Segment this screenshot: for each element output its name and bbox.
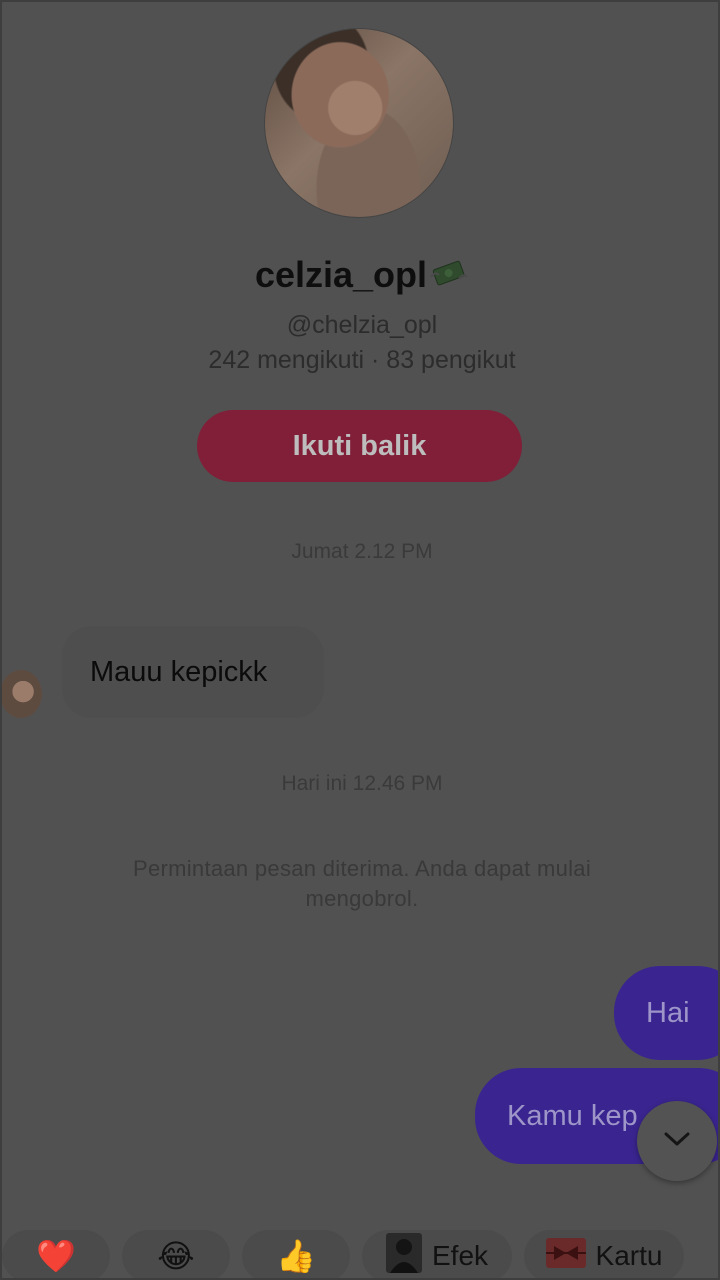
laugh-reaction-button[interactable]: 😂: [122, 1230, 230, 1278]
card-button[interactable]: Kartu: [524, 1230, 684, 1278]
message-timestamp: Jumat 2.12 PM: [291, 540, 433, 563]
follow-back-button[interactable]: Ikuti balik: [197, 410, 522, 482]
quick-reaction-bar: ❤️ 😂 👍 Efek Kartu: [2, 1230, 718, 1279]
laughing-face-icon: 😂: [157, 1238, 195, 1274]
card-label: Kartu: [595, 1240, 663, 1271]
scroll-to-bottom-button[interactable]: [637, 1101, 717, 1181]
profile-username: @chelzia_opl: [286, 311, 438, 339]
profile-follow-stats: 242 mengikuti · 83 pengikut: [208, 346, 516, 374]
message-timestamp: Hari ini 12.46 PM: [281, 772, 443, 795]
thumbs-up-reaction-button[interactable]: 👍: [242, 1230, 350, 1278]
profile-avatar[interactable]: [264, 28, 454, 218]
thumbs-up-icon: 👍: [276, 1238, 316, 1274]
system-notice: Permintaan pesan diterima. Anda dapat mu…: [132, 856, 592, 911]
incoming-message-bubble[interactable]: Mauu kepickk: [62, 626, 324, 718]
effects-button[interactable]: Efek: [362, 1230, 512, 1279]
outgoing-message-bubble[interactable]: Hai: [614, 966, 718, 1060]
sender-avatar[interactable]: [2, 670, 42, 718]
heart-icon: ❤️: [36, 1238, 76, 1274]
chevron-down-icon: [662, 1129, 692, 1154]
effects-thumbnail-icon: [385, 1232, 422, 1279]
gift-card-icon: [545, 1237, 586, 1275]
display-name-text: celzia_opl: [254, 254, 428, 295]
profile-display-name: celzia_opl: [2, 254, 718, 296]
money-with-wings-icon: [429, 256, 469, 286]
chat-screen: celzia_opl @chelzia_opl 242 mengikuti · …: [0, 0, 720, 1280]
effects-label: Efek: [431, 1240, 489, 1271]
heart-reaction-button[interactable]: ❤️: [2, 1230, 110, 1278]
